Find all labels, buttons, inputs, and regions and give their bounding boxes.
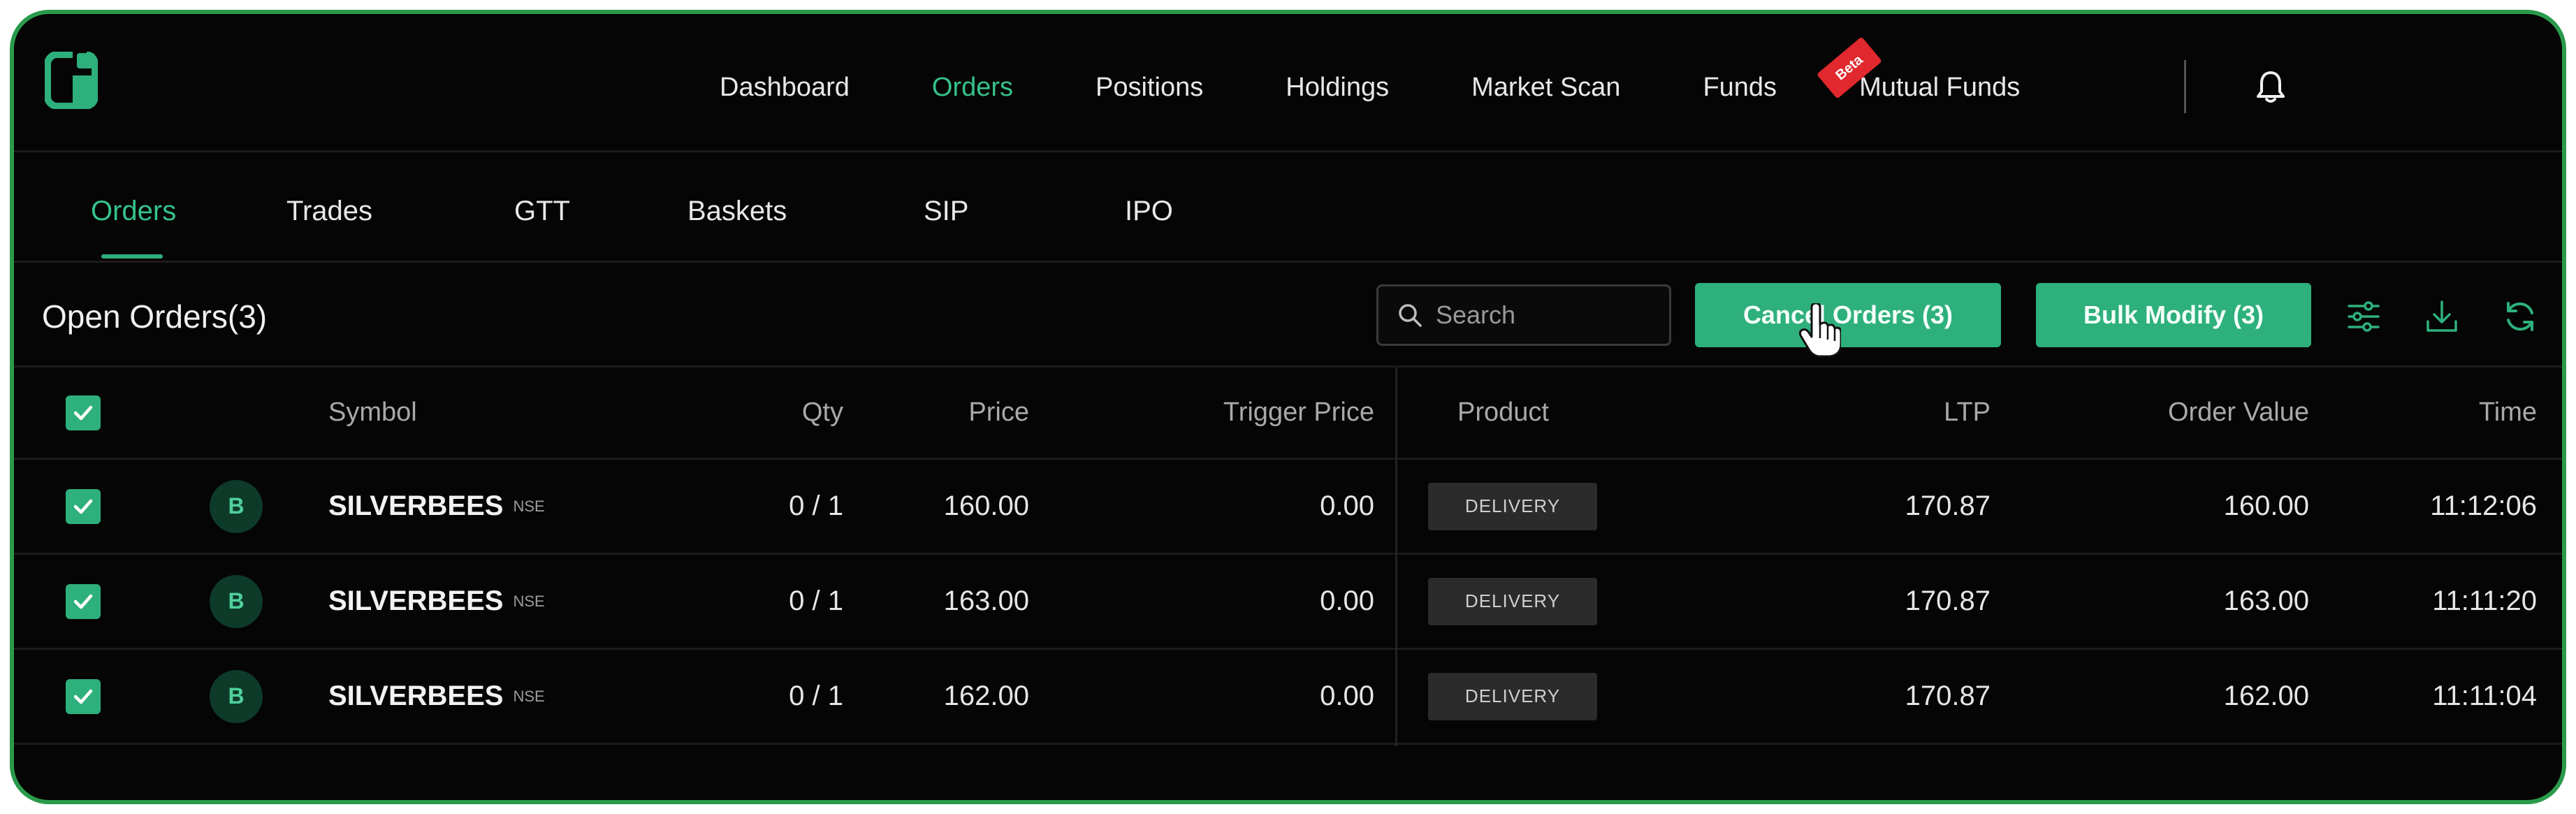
app-logo-icon[interactable] <box>45 52 98 109</box>
nav-positions[interactable]: Positions <box>1096 73 1203 103</box>
col-product[interactable]: Product <box>1457 368 1549 458</box>
row-checkbox[interactable] <box>66 678 101 714</box>
table-column-divider <box>1395 368 1397 746</box>
search-box[interactable] <box>1376 284 1671 346</box>
check-icon <box>73 689 93 704</box>
table-row[interactable]: B SILVERBEES NSE 0 / 1 163.00 0.00 DELIV… <box>14 555 2562 650</box>
top-navbar: Dashboard Orders Positions Holdings Mark… <box>14 14 2562 152</box>
nav-mutual-funds[interactable]: Beta Mutual Funds <box>1817 36 2021 103</box>
tab-orders[interactable]: Orders <box>91 196 176 227</box>
table-header: Symbol Qty Price Trigger Price Product L… <box>14 368 2562 460</box>
nav-dashboard[interactable]: Dashboard <box>720 73 850 103</box>
exchange-label: NSE <box>513 497 545 515</box>
col-price[interactable]: Price <box>968 368 1029 458</box>
exchange-label: NSE <box>513 592 545 610</box>
download-icon[interactable] <box>2424 299 2459 334</box>
bell-icon[interactable] <box>2255 70 2286 103</box>
app-window: Dashboard Orders Positions Holdings Mark… <box>10 10 2566 804</box>
buy-side-icon: B <box>210 574 263 628</box>
product-badge: DELIVERY <box>1428 577 1597 625</box>
time-cell: 11:11:20 <box>2432 586 2537 616</box>
search-input[interactable] <box>1436 300 1645 330</box>
time-cell: 11:11:04 <box>2432 681 2537 711</box>
order-value-cell: 163.00 <box>2223 586 2309 616</box>
nav-mutual-funds-label: Mutual Funds <box>1859 73 2021 102</box>
col-order-value[interactable]: Order Value <box>2168 368 2309 458</box>
col-time[interactable]: Time <box>2479 368 2537 458</box>
symbol-name[interactable]: SILVERBEES <box>328 490 503 522</box>
select-all-checkbox[interactable] <box>66 395 101 430</box>
tab-gtt[interactable]: GTT <box>514 196 570 227</box>
product-badge: DELIVERY <box>1428 672 1597 720</box>
nav-market-scan[interactable]: Market Scan <box>1471 73 1620 103</box>
symbol-name[interactable]: SILVERBEES <box>328 586 503 617</box>
tab-ipo[interactable]: IPO <box>1125 196 1173 227</box>
col-symbol[interactable]: Symbol <box>328 368 417 458</box>
col-trigger-price[interactable]: Trigger Price <box>1223 368 1374 458</box>
tab-trades[interactable]: Trades <box>286 196 372 227</box>
ltp-cell: 170.87 <box>1905 586 1991 616</box>
tab-baskets[interactable]: Baskets <box>687 196 787 227</box>
time-cell: 11:12:06 <box>2430 490 2537 521</box>
search-icon <box>1399 304 1422 327</box>
product-badge: DELIVERY <box>1428 482 1597 530</box>
qty-cell: 0 / 1 <box>789 490 843 521</box>
active-tab-indicator <box>101 254 163 259</box>
order-value-cell: 162.00 <box>2223 681 2309 711</box>
qty-cell: 0 / 1 <box>789 586 843 616</box>
check-icon <box>73 594 93 609</box>
trigger-price-cell: 0.00 <box>1320 681 1374 711</box>
refresh-icon[interactable] <box>2503 299 2538 334</box>
open-orders-title: Open Orders(3) <box>42 298 268 335</box>
orders-table: Symbol Qty Price Trigger Price Product L… <box>14 368 2562 745</box>
row-checkbox[interactable] <box>66 488 101 524</box>
cancel-orders-button[interactable]: Cancel Orders (3) <box>1695 283 2001 347</box>
order-subtabs: Orders Trades GTT Baskets SIP IPO <box>14 152 2562 263</box>
orders-toolbar: Open Orders(3) Cancel Orders (3) Bulk Mo… <box>14 263 2562 368</box>
nav-orders[interactable]: Orders <box>932 73 1013 103</box>
symbol-name[interactable]: SILVERBEES <box>328 681 503 712</box>
ltp-cell: 170.87 <box>1905 681 1991 711</box>
nav-holdings[interactable]: Holdings <box>1286 73 1389 103</box>
row-checkbox[interactable] <box>66 583 101 619</box>
filter-sliders-icon[interactable] <box>2346 299 2381 334</box>
ltp-cell: 170.87 <box>1905 490 1991 521</box>
bulk-modify-button[interactable]: Bulk Modify (3) <box>2036 283 2311 347</box>
price-cell: 160.00 <box>943 490 1029 521</box>
check-icon <box>73 499 93 514</box>
trigger-price-cell: 0.00 <box>1320 490 1374 521</box>
nav-funds[interactable]: Funds <box>1703 73 1777 103</box>
order-value-cell: 160.00 <box>2223 490 2309 521</box>
hand-cursor-icon <box>1799 303 1841 358</box>
check-icon <box>73 405 93 420</box>
price-cell: 163.00 <box>943 586 1029 616</box>
exchange-label: NSE <box>513 687 545 705</box>
table-row[interactable]: B SILVERBEES NSE 0 / 1 162.00 0.00 DELIV… <box>14 650 2562 745</box>
price-cell: 162.00 <box>943 681 1029 711</box>
col-ltp[interactable]: LTP <box>1944 368 1991 458</box>
buy-side-icon: B <box>210 479 263 533</box>
col-qty[interactable]: Qty <box>802 368 843 458</box>
table-row[interactable]: B SILVERBEES NSE 0 / 1 160.00 0.00 DELIV… <box>14 460 2562 555</box>
buy-side-icon: B <box>210 669 263 723</box>
nav-links: Dashboard Orders Positions Holdings Mark… <box>720 36 2021 103</box>
trigger-price-cell: 0.00 <box>1320 586 1374 616</box>
qty-cell: 0 / 1 <box>789 681 843 711</box>
tab-sip[interactable]: SIP <box>924 196 968 227</box>
nav-divider <box>2184 60 2186 113</box>
